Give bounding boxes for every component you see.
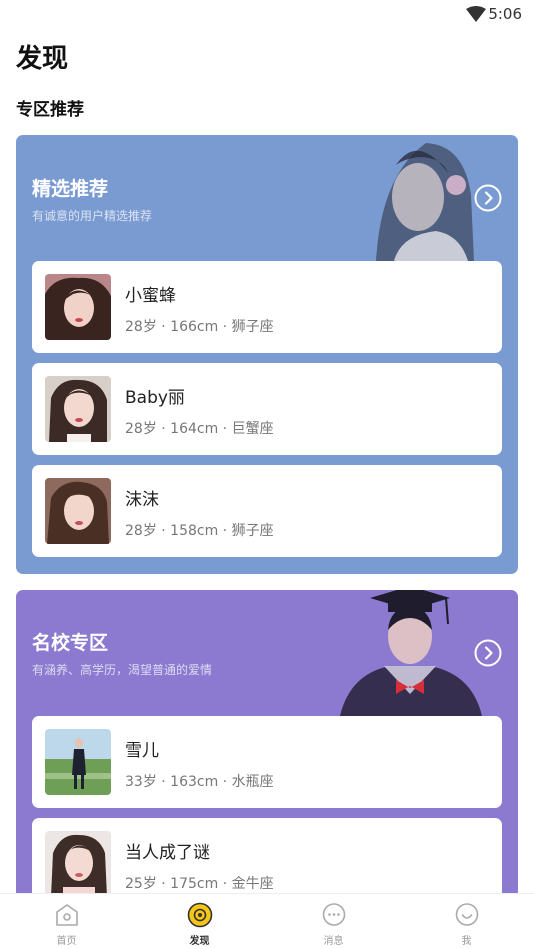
user-meta: 28岁 · 158cm · 狮子座 xyxy=(125,523,274,539)
user-name: 雪儿 xyxy=(125,741,159,761)
user-meta: 33岁 · 163cm · 水瓶座 xyxy=(125,774,274,790)
zone-hero-image xyxy=(356,135,476,261)
user-name: Baby丽 xyxy=(125,388,185,408)
user-meta: 28岁 · 164cm · 巨蟹座 xyxy=(125,421,274,437)
discover-page: 5:06 发现 专区推荐 精选推荐 有诚意的用户精选推荐 小蜜蜂 28岁 · 1… xyxy=(0,0,534,949)
tab-me[interactable]: 我 xyxy=(400,894,533,949)
tab-label: 发现 xyxy=(189,936,210,947)
user-name: 沫沫 xyxy=(125,490,159,510)
tab-messages[interactable]: 消息 xyxy=(267,894,400,949)
zone-hero-image xyxy=(330,590,490,716)
status-time: 5:06 xyxy=(488,5,522,23)
tab-label: 我 xyxy=(461,936,472,947)
avatar xyxy=(45,478,111,544)
tab-home[interactable]: 首页 xyxy=(0,894,133,949)
avatar xyxy=(45,274,111,340)
avatar xyxy=(45,831,111,897)
user-meta: 28岁 · 166cm · 狮子座 xyxy=(125,319,274,335)
user-card[interactable]: 雪儿 33岁 · 163cm · 水瓶座 xyxy=(32,716,502,808)
user-name: 当人成了谜 xyxy=(125,843,210,863)
profile-icon xyxy=(455,903,479,926)
home-icon xyxy=(56,904,78,926)
zone-card-featured[interactable]: 精选推荐 有诚意的用户精选推荐 小蜜蜂 28岁 · 166cm · 狮子座 Ba… xyxy=(16,135,518,574)
user-card[interactable]: 小蜜蜂 28岁 · 166cm · 狮子座 xyxy=(32,261,502,353)
user-meta: 25岁 · 175cm · 金牛座 xyxy=(125,876,274,892)
discover-icon xyxy=(187,902,213,928)
tab-discover[interactable]: 发现 xyxy=(133,894,266,949)
status-bar: 5:06 xyxy=(0,0,534,28)
zone-title: 名校专区 xyxy=(32,632,109,654)
tab-label: 消息 xyxy=(323,936,344,947)
chevron-right-circle-icon[interactable] xyxy=(474,639,502,667)
zone-card-elite-school[interactable]: 名校专区 有涵养、高学历，渴望普通的爱情 雪儿 33岁 · 163cm · 水瓶… xyxy=(16,590,518,910)
zone-subtitle: 有诚意的用户精选推荐 xyxy=(32,209,153,223)
zone-title: 精选推荐 xyxy=(32,178,109,200)
user-card[interactable]: 沫沫 28岁 · 158cm · 狮子座 xyxy=(32,465,502,557)
chevron-right-circle-icon[interactable] xyxy=(474,184,502,212)
user-name: 小蜜蜂 xyxy=(125,286,176,306)
wifi-icon xyxy=(466,6,486,22)
avatar xyxy=(45,376,111,442)
avatar xyxy=(45,729,111,795)
user-card[interactable]: Baby丽 28岁 · 164cm · 巨蟹座 xyxy=(32,363,502,455)
page-title: 发现 xyxy=(16,44,69,74)
zone-subtitle: 有涵养、高学历，渴望普通的爱情 xyxy=(32,663,213,677)
bottom-tab-bar: 首页 发现 消息 我 xyxy=(0,893,534,949)
message-icon xyxy=(322,903,346,926)
section-title: 专区推荐 xyxy=(16,100,84,120)
tab-label: 首页 xyxy=(56,936,77,947)
